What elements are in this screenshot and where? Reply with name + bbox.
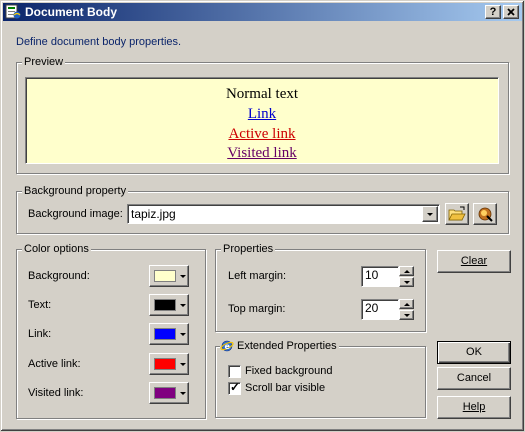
link-color-swatch: [154, 328, 176, 340]
chevron-down-icon: [180, 333, 186, 336]
checkmark-icon: ✓: [230, 380, 241, 394]
chevron-down-icon: [180, 363, 186, 366]
background-image-combo[interactable]: tapiz.jpg: [127, 204, 440, 224]
text-color-button[interactable]: [149, 294, 189, 316]
preview-group-label: Preview: [22, 56, 66, 68]
background-color-swatch: [154, 270, 176, 282]
arrow-down-icon: [404, 281, 410, 284]
background-color-label: Background:: [28, 270, 90, 282]
fixed-background-label[interactable]: Fixed background: [245, 365, 332, 378]
dialog-description: Define document body properties.: [16, 36, 182, 48]
window-title: Document Body: [25, 5, 118, 19]
help-button[interactable]: Help: [437, 396, 511, 419]
preview-active-link-text: Active link: [228, 126, 296, 142]
top-margin-spin-up[interactable]: [399, 299, 414, 309]
scroll-bar-visible-checkbox[interactable]: ✓: [228, 380, 241, 395]
browse-image-button[interactable]: [445, 203, 469, 225]
preview-pane: Normal text Link Active link Visited lin…: [25, 77, 499, 164]
help-caption-button[interactable]: ?: [485, 5, 501, 19]
chevron-down-icon: [427, 213, 433, 216]
cancel-button[interactable]: Cancel: [437, 367, 511, 390]
preview-visited-link-text: Visited link: [227, 145, 297, 161]
visited-link-color-button[interactable]: [149, 382, 189, 404]
close-icon: [507, 8, 515, 16]
image-properties-icon: [478, 207, 493, 222]
clear-button-label: Clear: [460, 255, 488, 267]
top-margin-label: Top margin:: [228, 303, 286, 315]
text-color-swatch: [154, 299, 176, 311]
scroll-bar-visible-label[interactable]: Scroll bar visible: [245, 382, 325, 395]
properties-group-label: Properties: [221, 243, 276, 255]
arrow-up-icon: [404, 270, 410, 273]
background-image-label: Background image:: [28, 208, 123, 220]
visited-link-color-swatch: [154, 387, 176, 399]
image-properties-button[interactable]: [473, 203, 497, 225]
link-color-button[interactable]: [149, 323, 189, 345]
text-color-label: Text:: [28, 299, 52, 311]
left-margin-label: Left margin:: [228, 270, 287, 282]
background-image-value: tapiz.jpg: [131, 207, 176, 221]
chevron-down-icon: [180, 275, 186, 278]
link-color-label: Link:: [28, 328, 52, 340]
color-options-group-label: Color options: [22, 243, 91, 255]
background-color-button[interactable]: [149, 265, 189, 287]
open-folder-icon: [448, 206, 466, 221]
preview-normal-text: Normal text: [225, 86, 299, 102]
ok-button[interactable]: OK: [437, 341, 511, 364]
ok-button-label: OK: [466, 346, 482, 358]
chevron-down-icon: [180, 304, 186, 307]
fixed-background-checkbox[interactable]: [228, 365, 241, 378]
arrow-down-icon: [404, 314, 410, 317]
chevron-down-icon: [180, 392, 186, 395]
background-property-group-label: Background property: [22, 185, 129, 197]
help-button-label: Help: [462, 401, 486, 413]
active-link-color-label: Active link:: [28, 358, 81, 370]
close-caption-button[interactable]: [503, 5, 519, 19]
combo-dropdown-button[interactable]: [422, 206, 438, 222]
active-link-color-button[interactable]: [149, 353, 189, 375]
left-margin-spin-up[interactable]: [399, 266, 414, 276]
svg-text:e: e: [225, 342, 231, 351]
ie-globe-icon: e: [220, 339, 236, 353]
arrow-up-icon: [404, 303, 410, 306]
extended-properties-group-label: Extended Properties: [235, 340, 339, 352]
visited-link-color-label: Visited link:: [28, 387, 84, 399]
active-link-color-swatch: [154, 358, 176, 370]
preview-link-text: Link: [247, 106, 277, 122]
clear-button[interactable]: Clear: [437, 250, 511, 273]
top-margin-input[interactable]: 20: [361, 299, 399, 320]
app-icon: [5, 4, 21, 20]
cancel-button-label: Cancel: [456, 372, 492, 384]
left-margin-input[interactable]: 10: [361, 266, 399, 287]
left-margin-spin-down[interactable]: [399, 277, 414, 287]
top-margin-spin-down[interactable]: [399, 310, 414, 320]
